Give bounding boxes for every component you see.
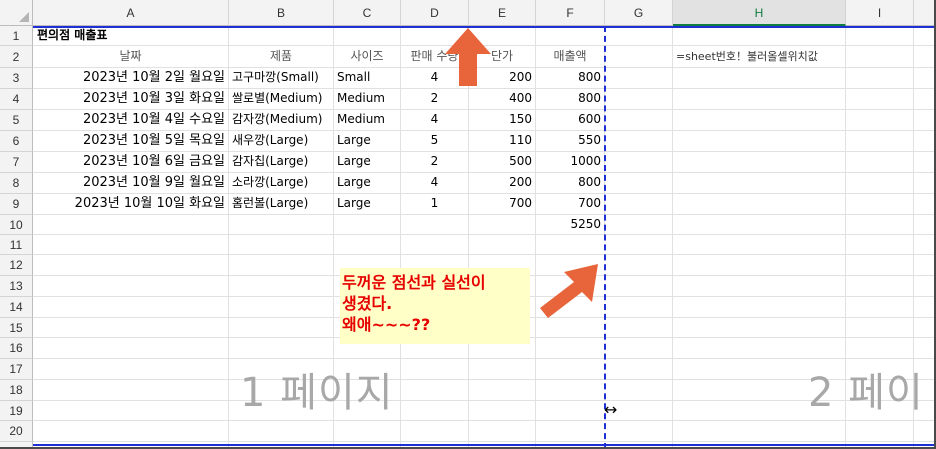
row-header-10[interactable]: 10 — [0, 215, 33, 235]
cell-size-4[interactable]: Large — [334, 131, 401, 152]
row-header-8[interactable]: 8 — [0, 173, 33, 194]
cell-qty-7[interactable]: 1 — [401, 194, 469, 215]
cell-date-3[interactable]: 2023년 10월 4일 수요일 — [33, 110, 229, 131]
cell-sales-6[interactable]: 800 — [536, 173, 605, 194]
cell-size-7[interactable]: Large — [334, 194, 401, 215]
row-header-18[interactable]: 18 — [0, 380, 33, 401]
cell-product-1[interactable]: 고구마깡(Small) — [229, 68, 334, 89]
cell-product-3[interactable]: 감자깡(Medium) — [229, 110, 334, 131]
column-header-j[interactable] — [914, 0, 936, 26]
annotation-line-3: 왜애~~~?? — [342, 315, 431, 334]
page-bottom-solid-line — [33, 444, 936, 446]
annotation-note: 두꺼운 점선과 실선이 생겼다. 왜애~~~?? — [340, 268, 530, 344]
row-header-19[interactable]: 19 — [0, 401, 33, 421]
column-header-g[interactable]: G — [605, 0, 673, 26]
formula-note-cell[interactable]: =sheet번호！불러올셀위치값 — [673, 46, 846, 68]
column-header-b[interactable]: B — [229, 0, 334, 26]
cell-qty-5[interactable]: 2 — [401, 152, 469, 173]
row-header-13[interactable]: 13 — [0, 276, 33, 297]
cell-date-5[interactable]: 2023년 10월 6일 금요일 — [33, 152, 229, 173]
cell-date-2[interactable]: 2023년 10월 3일 화요일 — [33, 89, 229, 110]
cell-qty-6[interactable]: 4 — [401, 173, 469, 194]
up-arrow-shape — [445, 28, 491, 86]
column-header-f[interactable]: F — [536, 0, 605, 26]
cell-price-4[interactable]: 110 — [469, 131, 536, 152]
cell-sales-2[interactable]: 800 — [536, 89, 605, 110]
header-product[interactable]: 제품 — [229, 46, 334, 68]
cell-size-1[interactable]: Small — [334, 68, 401, 89]
row-header-15[interactable]: 15 — [0, 318, 33, 338]
cell-size-5[interactable]: Large — [334, 152, 401, 173]
cell-sales-1[interactable]: 800 — [536, 68, 605, 89]
cell-price-5[interactable]: 500 — [469, 152, 536, 173]
column-header-h[interactable]: H — [673, 0, 846, 26]
column-header-d[interactable]: D — [401, 0, 469, 26]
cell-sales-3[interactable]: 600 — [536, 110, 605, 131]
select-all-triangle-icon — [19, 12, 29, 22]
column-header-a[interactable]: A — [33, 0, 229, 26]
resize-cursor-icon: ↔ — [604, 400, 618, 419]
column-header-c[interactable]: C — [334, 0, 401, 26]
column-header-i[interactable]: I — [846, 0, 914, 26]
cell-size-6[interactable]: Large — [334, 173, 401, 194]
row-header-4[interactable]: 4 — [0, 89, 33, 110]
row-header-2[interactable]: 2 — [0, 46, 33, 68]
cell-date-4[interactable]: 2023년 10월 5일 목요일 — [33, 131, 229, 152]
page1-watermark: 1 페이지 — [240, 370, 394, 416]
cell-price-7[interactable]: 700 — [469, 194, 536, 215]
cell-sales-5[interactable]: 1000 — [536, 152, 605, 173]
annotation-line-2: 생겼다. — [342, 294, 393, 313]
cell-price-2[interactable]: 400 — [469, 89, 536, 110]
cell-price-3[interactable]: 150 — [469, 110, 536, 131]
cell-date-7[interactable]: 2023년 10월 10일 화요일 — [33, 194, 229, 215]
cell-qty-4[interactable]: 5 — [401, 131, 469, 152]
cell-sales-total[interactable]: 5250 — [536, 215, 605, 235]
cell-size-3[interactable]: Medium — [334, 110, 401, 131]
row-header-17[interactable]: 17 — [0, 359, 33, 380]
row-header-14[interactable]: 14 — [0, 297, 33, 318]
select-all-corner[interactable] — [0, 0, 33, 26]
page2-watermark: 2 페이 — [808, 370, 924, 416]
spreadsheet[interactable]: A B C D E F G H I 1 2 3 4 5 6 7 8 9 10 1… — [0, 0, 936, 449]
row-header-12[interactable]: 12 — [0, 255, 33, 276]
cell-size-2[interactable]: Medium — [334, 89, 401, 110]
row-header-6[interactable]: 6 — [0, 131, 33, 152]
cell-date-1[interactable]: 2023년 10월 2일 월요일 — [33, 68, 229, 89]
cell-qty-3[interactable]: 4 — [401, 110, 469, 131]
cell-sales-4[interactable]: 550 — [536, 131, 605, 152]
annotation-line-1: 두꺼운 점선과 실선이 — [342, 273, 486, 292]
row-header-16[interactable]: 16 — [0, 338, 33, 359]
row-header-9[interactable]: 9 — [0, 194, 33, 215]
header-sales[interactable]: 매출액 — [536, 46, 605, 68]
header-date[interactable]: 날짜 — [33, 46, 229, 68]
up-arrow-icon — [445, 28, 491, 86]
header-size[interactable]: 사이즈 — [334, 46, 401, 68]
cell-qty-2[interactable]: 2 — [401, 89, 469, 110]
cell-product-4[interactable]: 새우깡(Large) — [229, 131, 334, 152]
cell-date-6[interactable]: 2023년 10월 9일 월요일 — [33, 173, 229, 194]
sheet-title[interactable]: 편의점 매출표 — [33, 26, 229, 46]
column-header-e[interactable]: E — [469, 0, 536, 26]
cell-sales-7[interactable]: 700 — [536, 194, 605, 215]
cell-product-2[interactable]: 쌀로별(Medium) — [229, 89, 334, 110]
diagonal-arrow-icon — [540, 264, 598, 318]
row-header-1[interactable]: 1 — [0, 26, 33, 46]
cell-product-6[interactable]: 소라깡(Large) — [229, 173, 334, 194]
cell-product-5[interactable]: 감자칩(Large) — [229, 152, 334, 173]
cell-product-7[interactable]: 홈런볼(Large) — [229, 194, 334, 215]
row-header-5[interactable]: 5 — [0, 110, 33, 131]
page-break-dashed-line[interactable] — [604, 26, 606, 449]
diagonal-arrow-shape — [540, 264, 598, 318]
row-header-20[interactable]: 20 — [0, 421, 33, 442]
row-header-3[interactable]: 3 — [0, 68, 33, 89]
cell-price-6[interactable]: 200 — [469, 173, 536, 194]
row-header-7[interactable]: 7 — [0, 152, 33, 173]
row-header-11[interactable]: 11 — [0, 235, 33, 255]
